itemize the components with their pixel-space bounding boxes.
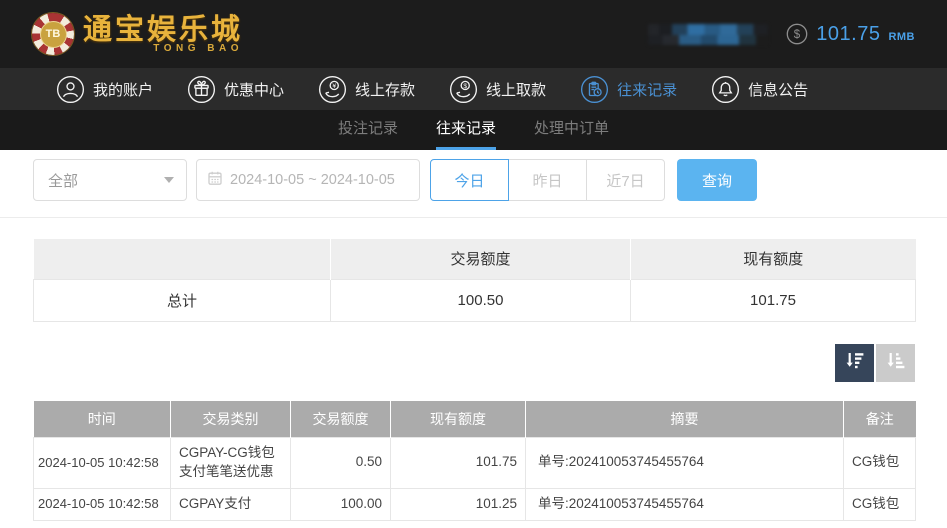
summary-trade-amount: 100.50 [330, 278, 631, 322]
withdraw-icon: $ [449, 75, 478, 104]
cell-balance: 101.25 [390, 487, 526, 521]
cell-summary: 单号:202410053745455764 [525, 487, 844, 521]
col-balance: 现有额度 [390, 400, 526, 438]
chevron-down-icon [164, 177, 174, 183]
calendar-icon [207, 170, 223, 190]
sort-ascending-button[interactable] [876, 343, 915, 382]
cell-amount: 0.50 [290, 437, 391, 489]
balance-display: $ 101.75 RMB [786, 23, 915, 46]
gift-icon [187, 75, 216, 104]
summary-header-empty [33, 239, 331, 279]
cell-note: CG钱包 [843, 437, 916, 489]
sort-descending-button[interactable] [835, 343, 874, 382]
cell-note: CG钱包 [843, 487, 916, 521]
content: 全部 2024-10-05 ~ 2024-10-05 今日 昨日 近7日 查询 [0, 159, 947, 521]
balance-amount: 101.75 [816, 22, 881, 45]
summary-header-current: 现有额度 [630, 239, 916, 279]
nav-item-announcements[interactable]: 信息公告 [711, 75, 808, 104]
date-range-input[interactable]: 2024-10-05 ~ 2024-10-05 [196, 159, 420, 201]
records-header-row: 时间 交易类别 交易额度 现有额度 摘要 备注 [33, 400, 916, 438]
nav-item-my-account[interactable]: 我的账户 [56, 75, 153, 104]
dollar-circle-icon: $ [786, 23, 808, 45]
cell-time: 2024-10-05 10:42:58 [33, 437, 171, 489]
sub-nav: 投注记录 往来记录 处理中订单 [0, 110, 947, 150]
col-summary: 摘要 [525, 400, 844, 438]
tab-pending-orders[interactable]: 处理中订单 [534, 110, 609, 150]
svg-text:$: $ [463, 82, 467, 89]
nav-item-transactions[interactable]: 往来记录 [580, 75, 677, 104]
nav-item-withdraw[interactable]: $ 线上取款 [449, 75, 546, 104]
tab-bet-records[interactable]: 投注记录 [338, 110, 398, 150]
filter-row: 全部 2024-10-05 ~ 2024-10-05 今日 昨日 近7日 查询 [33, 159, 947, 201]
summary-current-amount: 101.75 [630, 278, 916, 322]
nav-item-deposit[interactable]: ¥ 线上存款 [318, 75, 415, 104]
site-logo[interactable]: TB 通宝娱乐城 TONG BAO [32, 13, 243, 55]
nav-item-promotions[interactable]: 优惠中心 [187, 75, 284, 104]
records-icon [580, 75, 609, 104]
svg-text:$: $ [794, 29, 801, 41]
sort-asc-icon [885, 350, 907, 375]
casino-chip-icon: TB [32, 13, 74, 55]
sort-buttons [0, 343, 915, 382]
records-table: 时间 交易类别 交易额度 现有额度 摘要 备注 2024-10-05 10:42… [33, 400, 916, 521]
site-name: 通宝娱乐城 [83, 13, 244, 46]
cell-amount: 100.00 [290, 487, 391, 521]
col-time: 时间 [33, 400, 171, 438]
summary-header-trade: 交易额度 [330, 239, 631, 279]
chip-label: TB [39, 20, 67, 48]
username-redacted [648, 23, 769, 45]
summary-total-row: 总计 100.50 101.75 [33, 278, 916, 322]
summary-table: 交易额度 现有额度 总计 100.50 101.75 [33, 239, 916, 322]
summary-total-label: 总计 [33, 278, 331, 322]
type-select[interactable]: 全部 [33, 159, 187, 201]
sort-desc-icon [844, 350, 866, 375]
cell-time: 2024-10-05 10:42:58 [33, 487, 171, 521]
svg-text:¥: ¥ [332, 82, 336, 89]
quick-date-group: 今日 昨日 近7日 [430, 159, 665, 201]
cell-category: CGPAY支付 [170, 487, 291, 521]
col-amount: 交易额度 [290, 400, 391, 438]
cell-category: CGPAY-CG钱包支付笔笔送优惠 [170, 437, 291, 489]
cell-summary: 单号:202410053745455764 [525, 437, 844, 489]
col-category: 交易类别 [170, 400, 291, 438]
main-nav: 我的账户 优惠中心 ¥ 线上存款 $ 线上取款 往来记录 信息公告 [0, 68, 947, 110]
balance-currency: RMB [888, 30, 915, 43]
summary-header-row: 交易额度 现有额度 [33, 239, 916, 279]
bell-icon [711, 75, 740, 104]
last7days-button[interactable]: 近7日 [586, 159, 665, 201]
site-subname: TONG BAO [153, 42, 244, 54]
deposit-icon: ¥ [318, 75, 347, 104]
query-button[interactable]: 查询 [677, 159, 757, 201]
user-icon [56, 75, 85, 104]
table-row: 2024-10-05 10:42:58 CGPAY支付 100.00 101.2… [33, 487, 916, 521]
col-note: 备注 [843, 400, 916, 438]
yesterday-button[interactable]: 昨日 [508, 159, 587, 201]
table-row: 2024-10-05 10:42:58 CGPAY-CG钱包支付笔笔送优惠 0.… [33, 437, 916, 489]
today-button[interactable]: 今日 [430, 159, 509, 201]
topbar: TB 通宝娱乐城 TONG BAO $ 101.75 RMB [0, 0, 947, 68]
cell-balance: 101.75 [390, 437, 526, 489]
divider [0, 217, 947, 218]
tab-transaction-records[interactable]: 往来记录 [435, 110, 496, 150]
